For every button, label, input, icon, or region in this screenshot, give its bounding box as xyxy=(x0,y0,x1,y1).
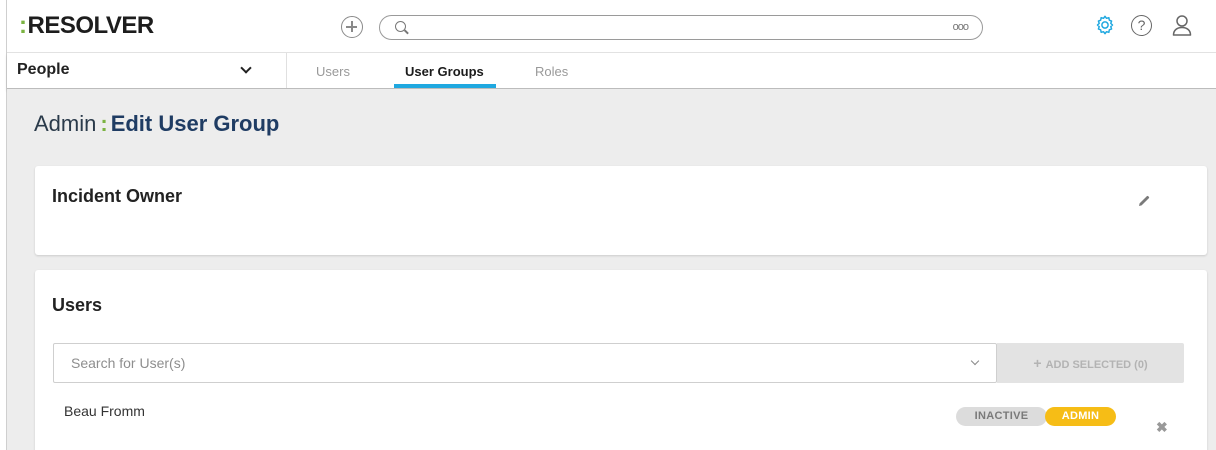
tab-roles[interactable]: Roles xyxy=(535,64,568,79)
remove-user-icon[interactable]: ✖ xyxy=(1156,419,1168,436)
chevron-down-icon[interactable] xyxy=(970,356,980,366)
gear-icon[interactable] xyxy=(1094,14,1116,36)
search-icon xyxy=(395,21,406,32)
plus-icon: + xyxy=(1033,355,1042,371)
plus-circle-icon[interactable] xyxy=(341,16,363,38)
user-name: Beau Fromm xyxy=(64,403,145,419)
main-content: Admin: Edit User Group Incident Owner Use… xyxy=(7,89,1216,450)
help-icon[interactable]: ? xyxy=(1131,15,1152,36)
chevron-down-icon xyxy=(240,62,252,74)
user-icon[interactable] xyxy=(1170,13,1194,37)
section-label: People xyxy=(17,61,70,78)
search-more-options[interactable]: ooo xyxy=(953,21,969,33)
pencil-icon[interactable] xyxy=(1137,194,1151,208)
group-name-card: Incident Owner xyxy=(35,166,1207,255)
global-search-input[interactable]: ooo xyxy=(379,15,983,40)
inactive-badge: INACTIVE xyxy=(956,407,1047,426)
nav-bar: People Users User Groups Roles xyxy=(7,53,1216,89)
top-bar: :RESOLVER ooo ? xyxy=(7,0,1216,53)
group-name: Incident Owner xyxy=(52,186,183,206)
resolver-logo[interactable]: :RESOLVER xyxy=(19,12,154,40)
active-tab-indicator xyxy=(394,84,496,88)
users-title: Users xyxy=(52,295,103,315)
tab-user-groups[interactable]: User Groups xyxy=(405,64,484,79)
user-search-placeholder: Search for User(s) xyxy=(71,355,186,371)
user-search-input[interactable]: Search for User(s) xyxy=(53,343,997,383)
tab-users[interactable]: Users xyxy=(316,64,350,79)
section-selector[interactable]: People xyxy=(7,53,287,88)
users-card: Users Search for User(s) + ADD SELECTED (… xyxy=(35,270,1207,450)
page-title: Admin: Edit User Group xyxy=(34,111,280,136)
admin-badge: ADMIN xyxy=(1045,407,1116,426)
add-selected-button[interactable]: + ADD SELECTED (0) xyxy=(997,343,1184,383)
